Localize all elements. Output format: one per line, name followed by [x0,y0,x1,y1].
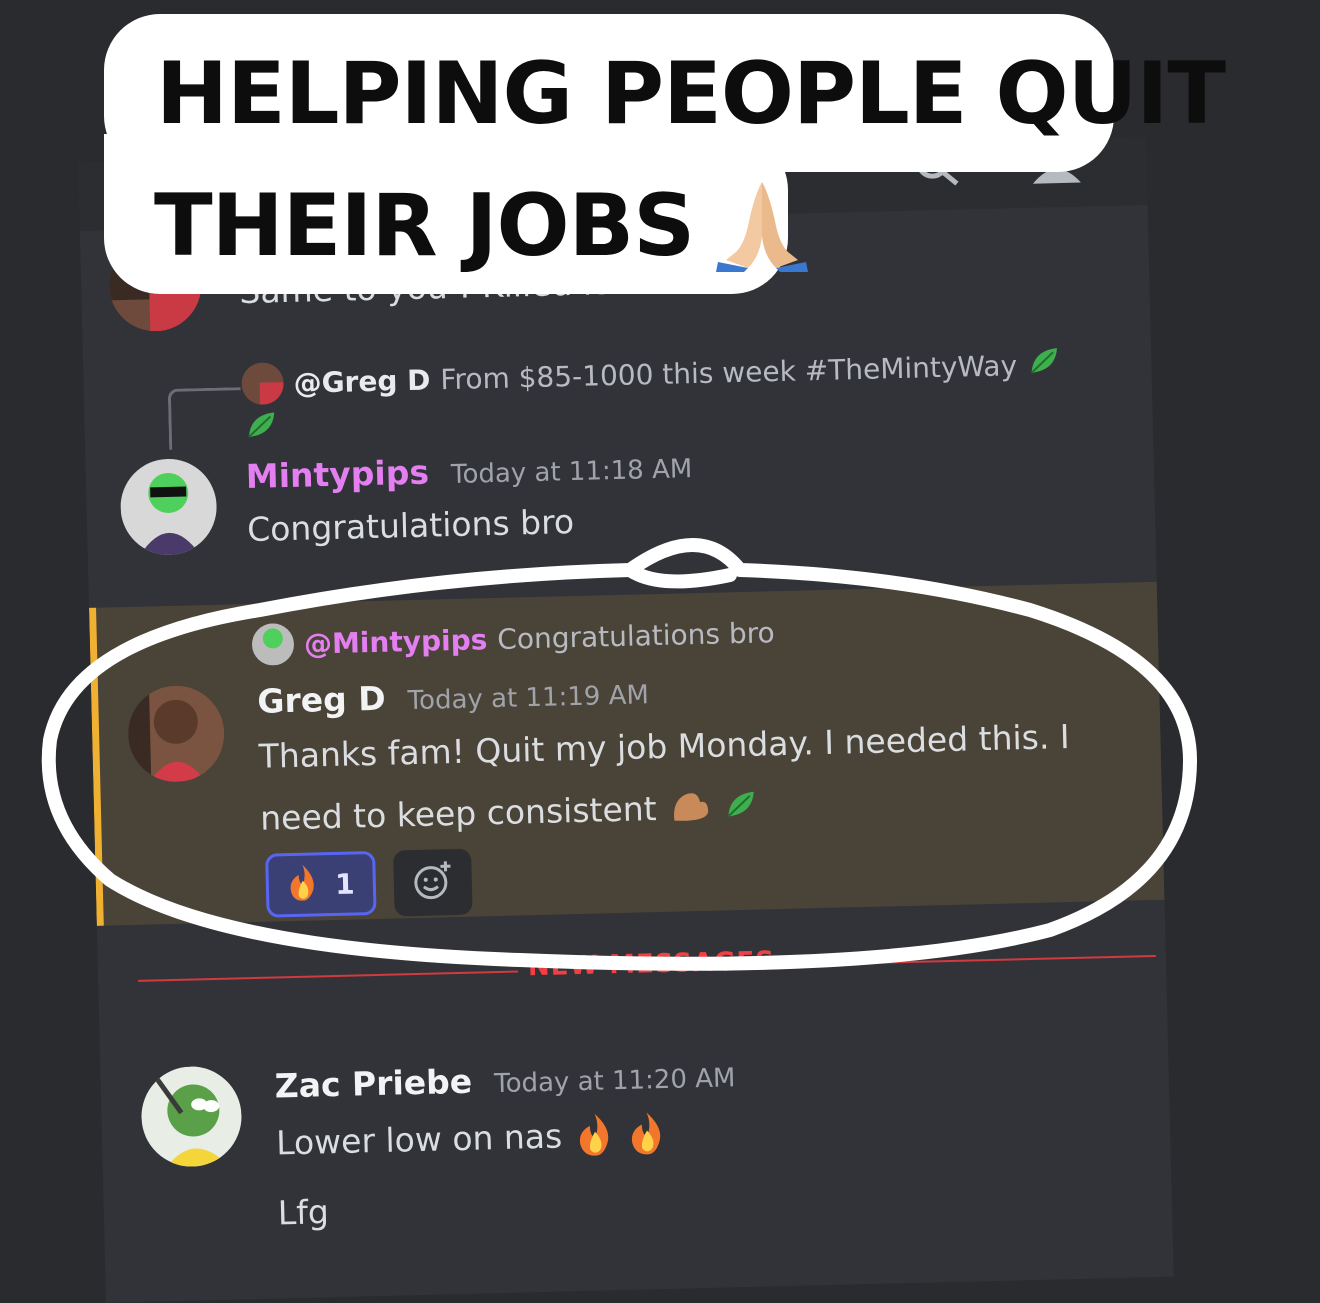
caption-line1-box: HELPING PEOPLE QUIT [104,14,1114,172]
username[interactable]: Zac Priebe [274,1062,472,1106]
message-header: Zac Priebe Today at 11:20 AM [274,1055,735,1105]
add-reaction-button[interactable] [393,849,473,917]
message-header: Greg D Today at 11:19 AM [257,672,649,721]
reply-text: From $85-1000 this week #TheMintyWay [440,349,1017,396]
message-text-2: Lfg [277,1181,329,1244]
message-greg-d: @Mintypips Congratulations bro Greg D Tod… [89,582,1164,926]
message-mintypips: @Greg D From $85-1000 this week #TheMint… [83,327,1156,583]
timestamp: Today at 11:20 AM [494,1063,736,1099]
message-zac-priebe: Zac Priebe Today at 11:20 AM Lower low on… [100,1037,1173,1263]
add-reaction-icon [411,859,454,906]
timestamp: Today at 11:18 AM [451,454,693,490]
message-text-row: Lower low on nas [275,1103,667,1175]
caption-line1: HELPING PEOPLE QUIT [156,44,1225,144]
message-text-line1: Thanks fam! Quit my job Monday. I needed… [258,706,1070,788]
flexed-biceps-icon [668,786,713,831]
message-text-line2-row: need to keep consistent [259,775,765,849]
reply-preview[interactable]: @Mintypips Congratulations bro [251,611,775,666]
avatar-zac-priebe[interactable] [140,1065,242,1167]
message-header: Mintypips Today at 11:18 AM [245,446,692,496]
reply-avatar [241,362,284,405]
reply-connector [168,387,242,450]
reaction-count: 1 [335,867,355,900]
leaf-icon [1027,343,1068,385]
fire-icon [287,862,320,908]
fire-icon [628,1110,667,1159]
leaf-icon [724,787,765,826]
timestamp: Today at 11:19 AM [407,680,649,716]
message-text: Lower low on nas [275,1106,563,1175]
reply-mention[interactable]: @Greg D [293,363,431,399]
username[interactable]: Mintypips [245,453,429,496]
username[interactable]: Greg D [257,679,386,721]
avatar-greg-d[interactable] [127,685,225,783]
new-messages-label: NEW MESSAGES [518,946,786,983]
story-caption: THEIR JOBS HELPING PEOPLE QUIT [104,14,1114,282]
reply-avatar [251,623,294,666]
message-text: Congratulations bro [246,491,574,561]
fire-reaction[interactable]: 1 [265,851,377,918]
leaf-icon [244,408,285,447]
reply-mention[interactable]: @Mintypips [304,623,488,660]
caption-line2: THEIR JOBS [154,176,694,276]
reply-text: Congratulations bro [497,616,775,656]
message-text-line2: need to keep consistent [259,778,657,850]
avatar-mintypips[interactable] [119,458,217,556]
discord-chat-screen: Same to you ! Killed it ! @Greg D From $… [78,137,1174,1303]
praying-hands-icon [714,176,810,276]
reply-preview[interactable]: @Greg D From $85-1000 this week #TheMint… [241,343,1067,405]
fire-icon [576,1111,615,1160]
